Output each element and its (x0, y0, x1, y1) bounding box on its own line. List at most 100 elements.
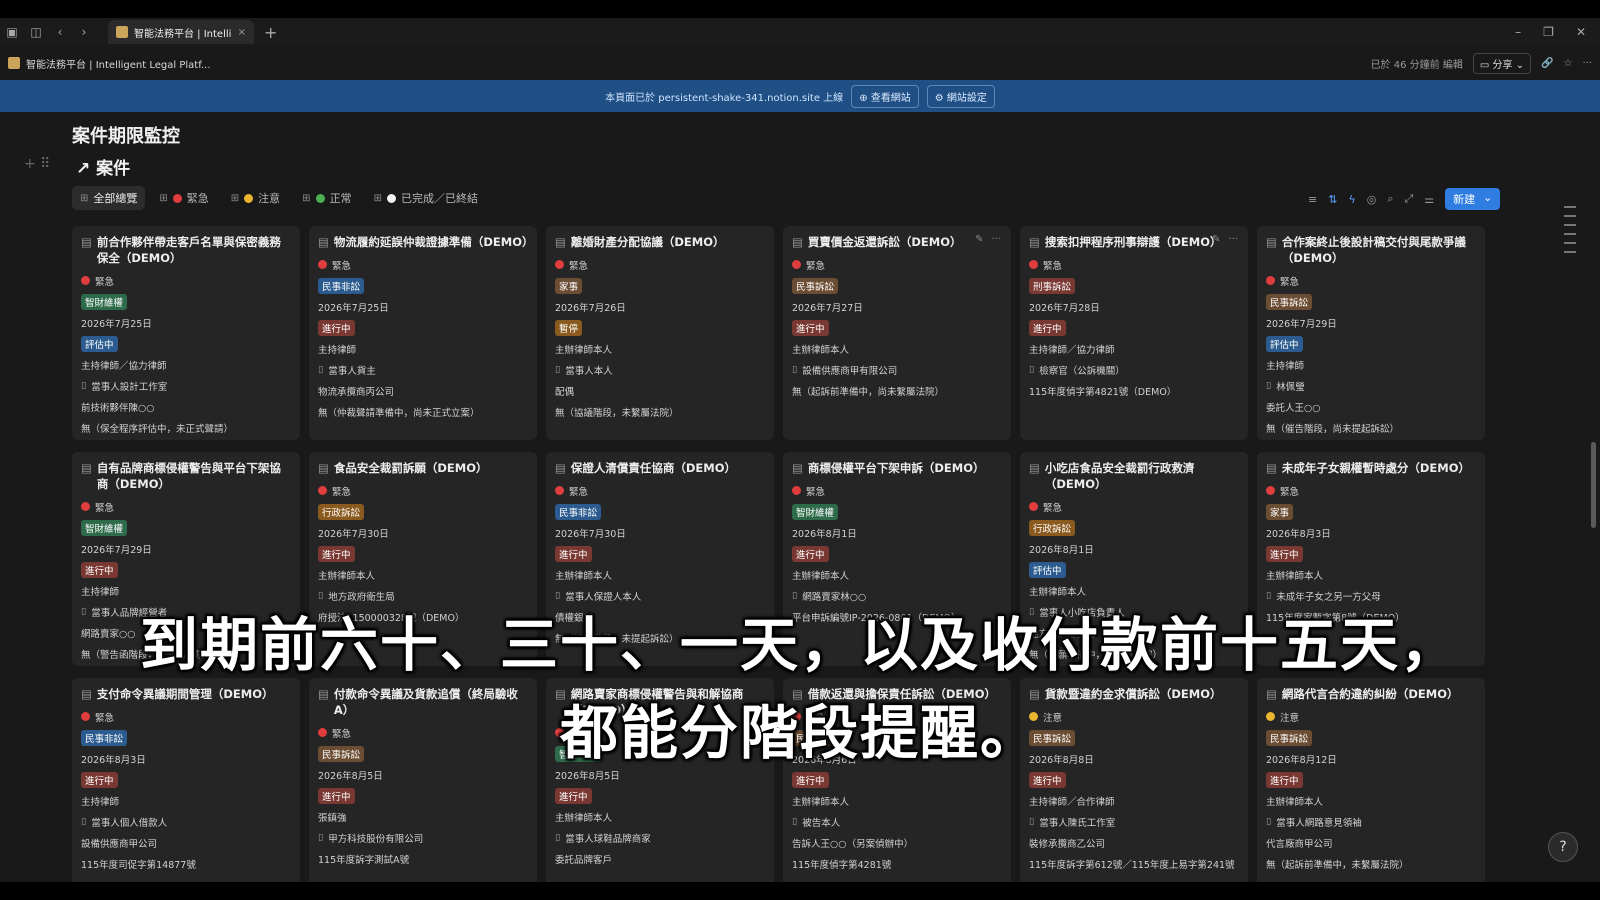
lawyer-role: 主辦律師本人 (318, 570, 376, 582)
opposing-row: 告訴人王○○（另案偵辦中） (792, 832, 1002, 853)
case-type-tag: 民事非訟 (318, 277, 365, 294)
search-icon[interactable]: ⌕ (1387, 192, 1393, 206)
opposing-party: 物流承攬商丙公司 (318, 386, 395, 398)
filter-icon[interactable]: ≡ (1308, 193, 1317, 206)
site-settings-button[interactable]: ⚙ 網站設定 (926, 84, 995, 108)
card-title: 商標侵權平台下架申訴（DEMO） (807, 461, 985, 475)
view-tab[interactable]: ⊞ 全部總覽 (72, 186, 146, 210)
role-row: 主持律師／協力律師 (81, 354, 291, 375)
page-icon: ▤ (318, 461, 329, 475)
view-tabs: ⊞ 全部總覽 ⊞ 緊急 ⊞ 注意 ⊞ 正常 ⊞ 已完成／已終結 (72, 186, 486, 210)
edit-icon[interactable]: ✎ (975, 234, 983, 245)
status-tag: 暫停 (555, 319, 583, 336)
back-arrow-icon[interactable]: ‹ (48, 20, 72, 44)
case-card[interactable]: ▤ 搜索扣押程序刑事辯護（DEMO） 緊急 刑事訴訟 2026年7月28日 進行中 主持律師… (1020, 226, 1248, 440)
link-icon[interactable]: 🔗 (1541, 58, 1553, 69)
view-tab-label: 注意 (258, 192, 281, 205)
share-button[interactable]: ▭ 分享 ⌄ (1472, 52, 1532, 74)
opposing-party: 委託品牌客戶 (555, 854, 613, 866)
edited-timestamp: 已於 46 分鐘前 編輯 (1370, 59, 1463, 71)
case-card[interactable]: ▤ 物流履約延誤仲裁證據準備（DEMO） 緊急 民事非訟 2026年7月25日 進行中 主持… (309, 226, 537, 440)
view-site-button[interactable]: ⊕ 查看網站 (851, 84, 919, 108)
deadline-row: 2026年7月30日 (555, 522, 765, 543)
priority-dot (81, 276, 90, 285)
view-tab[interactable]: ⊞ 緊急 (151, 186, 216, 210)
minimize-icon[interactable]: – (1515, 25, 1521, 39)
hide-icon[interactable]: ◎ (1367, 193, 1377, 206)
block-handle-icon[interactable]: + ⠿ (24, 156, 50, 172)
opposing-party: 裝修承攬商乙公司 (1029, 838, 1106, 850)
card-title-row: ▤ 離婚財產分配協議（DEMO） (555, 234, 765, 250)
new-button[interactable]: 新建 ⌄ (1445, 188, 1501, 210)
view-tab[interactable]: ⊞ 正常 (294, 186, 359, 210)
database-title[interactable]: ↗ 案件 (76, 154, 130, 179)
case-card[interactable]: ▤ 前合作夥伴帶走客戶名單與保密義務保全（DEMO） 緊急 智財維權 2026年7月25… (72, 226, 300, 440)
automation-icon[interactable]: ϟ (1348, 193, 1355, 206)
page-icon: ▤ (81, 235, 92, 249)
role-row: 主持律師／協力律師 (1029, 338, 1239, 359)
status-row: 進行中 (792, 769, 1002, 790)
chevron-down-icon[interactable]: ⌄ (1483, 191, 1492, 207)
help-icon[interactable]: ? (1548, 832, 1578, 862)
opposing-row: 裝修承攬商乙公司 (1029, 832, 1239, 853)
breadcrumb[interactable]: 智能法務平台 | Intelligent Legal Platf... (26, 56, 211, 71)
letterbox-bottom (0, 882, 1600, 900)
status-row: 進行中 (1266, 543, 1476, 564)
status-tag: 進行中 (1266, 545, 1303, 562)
page-icon: ▤ (318, 235, 329, 249)
view-tab[interactable]: ⊞ 已完成／已終結 (366, 186, 486, 210)
edit-icon[interactable]: ✎ (1212, 234, 1220, 245)
tab-close-icon[interactable]: × (238, 27, 246, 38)
workspace-icon[interactable]: ▣ (0, 20, 24, 44)
deadline-row: 2026年7月30日 (318, 522, 528, 543)
case-card[interactable]: ▤ 離婚財產分配協議（DEMO） 緊急 家事 2026年7月26日 暫停 主辦律師本人 ▯ 當事… (546, 226, 774, 440)
deadline-row: 2026年7月27日 (792, 296, 1002, 317)
lawyer-role: 主辦律師本人 (555, 812, 613, 824)
status-dot (172, 193, 182, 203)
lawyer-role: 主辦律師本人 (792, 570, 850, 582)
case-type-tag: 家事 (1266, 503, 1294, 520)
deadline-date: 2026年8月1日 (1029, 544, 1094, 556)
deadline-row: 2026年7月29日 (81, 538, 291, 559)
more-icon[interactable]: ··· (1582, 58, 1592, 69)
card-title-row: ▤ 商標侵權平台下架申訴（DEMO） (792, 460, 1002, 476)
restore-icon[interactable]: ❐ (1543, 25, 1554, 39)
case-type-tag: 行政訴訟 (1029, 519, 1076, 536)
case-type-row: 行政訴訟 (318, 501, 528, 522)
view-tab[interactable]: ⊞ 注意 (223, 186, 288, 210)
case-card[interactable]: ▤ 合作案終止後設計稿交付與尾款爭議（DEMO） 緊急 民事訴訟 2026年7月29日評… (1257, 226, 1485, 440)
status-row: 進行中 (1266, 769, 1476, 790)
status-row: 進行中 (792, 543, 1002, 564)
status-row: 評估中 (1029, 559, 1239, 580)
page-title: 案件期限監控 (72, 126, 180, 147)
case-type-row: 民事非訟 (555, 501, 765, 522)
page-outline[interactable] (1564, 206, 1576, 253)
priority-label: 緊急 (1043, 502, 1063, 514)
sidebar-toggle-icon[interactable]: ◫ (24, 20, 48, 44)
status-row: 進行中 (555, 785, 765, 806)
sort-icon[interactable]: ⇅ (1328, 193, 1337, 206)
card-title: 食品安全裁罰訴願（DEMO） (333, 461, 488, 475)
view-tab-label: 正常 (329, 192, 352, 205)
close-window-icon[interactable]: ✕ (1576, 25, 1586, 39)
view-tab-label: 全部總覽 (93, 192, 138, 205)
more-icon[interactable]: ··· (1228, 234, 1238, 245)
case-card[interactable]: ▤ 買賣價金返還訴訟（DEMO） 緊急 民事訴訟 2026年7月27日 進行中 主辦律師本人… (783, 226, 1011, 440)
scrollbar[interactable] (1591, 442, 1596, 528)
browser-tab[interactable]: 智能法務平台 | Intellig... × (108, 20, 254, 44)
expand-icon[interactable]: ⤢ (1404, 192, 1413, 206)
status-tag: 進行中 (555, 545, 592, 562)
opposing-row: 設備供應商甲公司 (81, 832, 291, 853)
settings-icon[interactable]: ⚌ (1424, 193, 1434, 206)
status-row: 進行中 (318, 317, 528, 338)
forward-arrow-icon[interactable]: › (72, 20, 96, 44)
star-icon[interactable]: ☆ (1563, 58, 1572, 69)
court-case-number: 無（催告階段，尚未提起訴訟） (1266, 423, 1400, 435)
status-dot (315, 193, 325, 203)
priority-label: 緊急 (1280, 486, 1300, 498)
case-type-tag: 家事 (555, 277, 583, 294)
status-tag: 進行中 (792, 319, 829, 336)
new-tab-button[interactable]: + (264, 23, 277, 42)
status-tag: 進行中 (1266, 771, 1303, 788)
more-icon[interactable]: ··· (991, 234, 1001, 245)
